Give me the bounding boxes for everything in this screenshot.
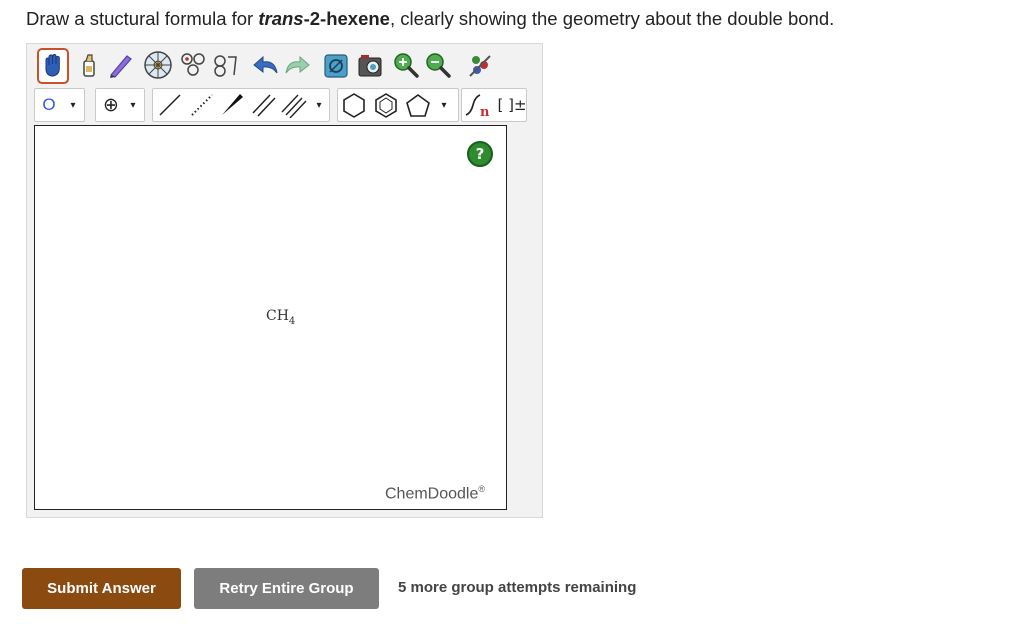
double-bond-button[interactable]: [250, 90, 278, 120]
single-bond-icon: [159, 94, 181, 116]
template-wheel-icon: [144, 51, 172, 79]
triple-bond-icon: [281, 94, 307, 118]
atom-dropdown[interactable]: ▾: [67, 90, 79, 120]
question-suffix: , clearly showing the geometry about the…: [389, 8, 835, 29]
molecule-text: CH: [266, 308, 289, 324]
perspective-template-button[interactable]: [210, 51, 240, 81]
charge-button[interactable]: ⊕: [98, 90, 124, 120]
compound-rest: -2-hexene: [303, 8, 390, 29]
eraser-tool-button[interactable]: [75, 51, 103, 81]
hand-tool-button[interactable]: [37, 48, 69, 84]
question-text: Draw a stuctural formula for trans-2-hex…: [26, 7, 834, 31]
compound-name: trans-2-hexene: [258, 8, 390, 29]
chemdoodle-brand: ChemDoodle®: [385, 484, 485, 503]
pentagon-icon: [406, 94, 430, 117]
molecule-template-icon: [181, 53, 205, 76]
settings-button[interactable]: [466, 50, 494, 80]
redo-button[interactable]: [282, 51, 312, 81]
benzene-icon: [375, 93, 397, 118]
clean-2d-button[interactable]: [322, 51, 352, 81]
zoom-out-button[interactable]: [424, 50, 452, 80]
help-button[interactable]: ?: [467, 141, 493, 167]
benzene-button[interactable]: [372, 90, 400, 120]
hashed-bond-icon: [191, 94, 213, 116]
cyclopentane-button[interactable]: [404, 90, 432, 120]
bond-dropdown[interactable]: ▾: [313, 90, 325, 120]
attempts-remaining: 5 more group attempts remaining: [398, 579, 637, 596]
brand-name: ChemDoodle: [385, 485, 479, 503]
atom-label-button[interactable]: O: [37, 90, 61, 120]
hand-icon: [45, 53, 60, 77]
double-bond-icon: [252, 94, 276, 117]
zoom-in-icon: [394, 53, 419, 78]
bracket-button[interactable]: [ ]±: [497, 90, 527, 120]
zoom-out-icon: [426, 53, 451, 78]
compound-italic: trans: [258, 8, 304, 29]
charge-plus-icon: ⊕: [103, 94, 119, 116]
eraser-icon: [83, 54, 95, 77]
molecule-subscript: 4: [288, 315, 296, 327]
clean-3d-button[interactable]: [356, 51, 386, 81]
color-settings-icon: [469, 55, 491, 77]
sgroup-n-label: n: [480, 105, 490, 119]
lasso-icon: [110, 55, 132, 78]
zoom-in-button[interactable]: [392, 50, 420, 80]
single-bond-button[interactable]: [156, 90, 184, 120]
3d-cube-icon: [324, 54, 348, 78]
brand-registered-mark: ®: [478, 484, 486, 494]
triple-bond-button[interactable]: [280, 90, 308, 120]
submit-answer-button[interactable]: Submit Answer: [22, 568, 181, 609]
ring-dropdown[interactable]: ▾: [438, 90, 450, 120]
perspective-icon: [214, 55, 237, 77]
wedge-bond-icon: [222, 94, 243, 115]
cyclohexane-button[interactable]: [340, 90, 368, 120]
question-prefix: Draw a stuctural formula for: [26, 8, 259, 29]
ring-template-button[interactable]: [142, 49, 174, 81]
camera-icon: [358, 55, 382, 77]
undo-button[interactable]: [251, 51, 281, 81]
hexagon-icon: [343, 93, 365, 118]
undo-icon: [253, 55, 278, 74]
atom-label: O: [42, 95, 56, 114]
wedge-bond-button[interactable]: [218, 90, 246, 120]
bracket-icon: [ ]±: [497, 96, 527, 114]
charge-dropdown[interactable]: ▾: [127, 90, 139, 120]
repeat-unit-icon: n: [465, 94, 490, 119]
methane-molecule[interactable]: CH4: [266, 308, 295, 327]
chain-template-button[interactable]: [178, 49, 208, 81]
hashed-bond-button[interactable]: [188, 90, 216, 120]
repeat-unit-button[interactable]: n: [463, 90, 493, 120]
redo-icon: [285, 55, 310, 74]
lasso-tool-button[interactable]: [107, 51, 135, 81]
retry-group-button[interactable]: Retry Entire Group: [194, 568, 379, 609]
